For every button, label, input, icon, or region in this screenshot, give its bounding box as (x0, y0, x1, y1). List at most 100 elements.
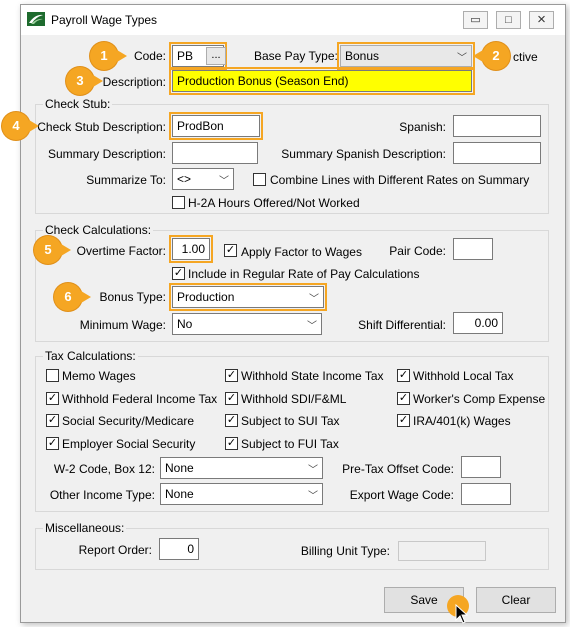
base-pay-type-select[interactable]: Bonus ﹀ (337, 42, 475, 70)
w2-code-select[interactable]: None ﹀ (160, 457, 323, 479)
tax-checkbox-label: Worker's Comp Expense (413, 392, 546, 406)
include-regular-rate-label: Include in Regular Rate of Pay Calculati… (188, 267, 420, 281)
chevron-down-icon: ﹀ (308, 465, 318, 476)
billing-unit-input (398, 541, 486, 561)
w2-code-label: W-2 Code, Box 12: (53, 462, 155, 476)
apply-factor-checkbox[interactable]: ✓ (224, 244, 237, 257)
export-wage-input[interactable] (461, 483, 511, 505)
window-title: Payroll Wage Types (51, 13, 158, 27)
spanish-input[interactable] (453, 115, 541, 137)
bonus-type-label: Bonus Type: (99, 290, 167, 304)
tax-checkbox-label: Withhold Federal Income Tax (62, 392, 218, 406)
tax-checkbox[interactable]: ✓ (225, 437, 238, 450)
report-order-value: 0 (187, 542, 194, 556)
check-calculations-title: Check Calculations: (43, 223, 154, 237)
check-stub-description-input[interactable]: ProdBon (169, 112, 263, 140)
shift-differential-input[interactable]: 0.00 (453, 312, 503, 334)
billing-unit-label: Billing Unit Type: (300, 544, 390, 558)
tax-checkbox[interactable]: ✓ (397, 414, 410, 427)
chevron-down-icon: ﹀ (219, 176, 229, 187)
mouse-pointer-icon (455, 604, 469, 624)
bonus-type-value: Production (177, 290, 235, 304)
spanish-label: Spanish: (399, 120, 446, 134)
summary-spanish-label: Summary Spanish Description: (281, 147, 446, 161)
pretax-offset-label: Pre-Tax Offset Code: (342, 462, 454, 476)
combine-lines-checkbox[interactable] (253, 173, 266, 186)
tax-checkbox-label: Withhold State Income Tax (241, 369, 384, 383)
description-value: Production Bonus (Season End) (177, 74, 349, 88)
minimize-icon: ▭ (470, 14, 481, 26)
app-logo-icon (27, 12, 45, 26)
chevron-down-icon: ﹀ (307, 321, 317, 332)
minimum-wage-value: No (177, 317, 193, 331)
chevron-down-icon: ﹀ (308, 491, 318, 502)
overtime-factor-input[interactable]: 1.00 (169, 235, 213, 263)
overtime-factor-label: Overtime Factor: (76, 244, 166, 258)
summary-spanish-input[interactable] (453, 142, 541, 164)
h2a-checkbox[interactable] (172, 196, 185, 209)
check-stub-description-value: ProdBon (177, 119, 224, 133)
other-income-value: None (165, 487, 194, 501)
tax-checkbox[interactable] (46, 369, 59, 382)
apply-factor-label: Apply Factor to Wages (241, 245, 362, 259)
clear-button[interactable]: Clear (476, 587, 556, 613)
miscellaneous-title: Miscellaneous: (43, 521, 127, 535)
combine-lines-label: Combine Lines with Different Rates on Su… (270, 173, 530, 187)
title-bar[interactable]: Payroll Wage Types ▭ □ × (21, 5, 565, 35)
tax-checkbox[interactable]: ✓ (225, 392, 238, 405)
tax-checkbox-label: Subject to SUI Tax (241, 414, 340, 428)
callout-badge-3: 3 (66, 67, 103, 95)
shift-differential-value: 0.00 (474, 316, 498, 330)
maximize-button[interactable]: □ (496, 11, 521, 29)
summarize-to-select[interactable]: <> ﹀ (172, 168, 234, 190)
tax-checkbox[interactable]: ✓ (225, 369, 238, 382)
pair-code-input[interactable] (453, 238, 493, 260)
chevron-down-icon: ﹀ (309, 294, 319, 305)
report-order-input[interactable]: 0 (159, 538, 199, 560)
tax-checkbox[interactable]: ✓ (397, 369, 410, 382)
minimize-button[interactable]: ▭ (463, 11, 488, 29)
callout-badge-1: 1 (90, 42, 127, 70)
tax-checkbox-label: Employer Social Security (62, 437, 196, 451)
tax-checkbox-label: Social Security/Medicare (62, 414, 195, 428)
chevron-down-icon: ﹀ (457, 53, 467, 64)
w2-code-value: None (165, 461, 194, 475)
tax-checkbox-label: IRA/401(k) Wages (413, 414, 511, 428)
bonus-type-select[interactable]: Production ﹀ (169, 283, 327, 311)
tax-checkbox[interactable]: ✓ (46, 437, 59, 450)
h2a-label: H-2A Hours Offered/Not Worked (188, 196, 360, 210)
summarize-to-label: Summarize To: (86, 173, 166, 187)
tax-checkbox[interactable]: ✓ (46, 414, 59, 427)
tax-checkbox-label: Withhold Local Tax (413, 369, 514, 383)
report-order-label: Report Order: (78, 543, 152, 557)
summary-description-input[interactable] (172, 142, 258, 164)
tax-calculations-title: Tax Calculations: (43, 349, 138, 363)
close-icon: × (537, 11, 546, 28)
tax-checkbox[interactable]: ✓ (397, 392, 410, 405)
include-regular-rate-checkbox[interactable]: ✓ (172, 267, 185, 280)
callout-badge-5: 5 (34, 236, 71, 264)
shift-differential-label: Shift Differential: (358, 318, 446, 332)
summary-description-label: Summary Description: (47, 147, 166, 161)
tax-checkbox-label: Subject to FUI Tax (241, 437, 339, 451)
callout-badge-4: 4 (2, 112, 39, 140)
tax-checkbox-label: Withhold SDI/F&ML (241, 392, 347, 406)
check-stub-title: Check Stub: (43, 97, 113, 111)
code-lookup-button[interactable]: ... (206, 47, 226, 65)
base-pay-type-label: Base Pay Type: (254, 49, 338, 63)
pretax-offset-input[interactable] (461, 456, 501, 478)
tax-checkbox-label: Memo Wages (62, 369, 136, 383)
close-button[interactable]: × (529, 11, 554, 29)
description-input[interactable]: Production Bonus (Season End) (169, 67, 475, 95)
pair-code-label: Pair Code: (389, 244, 446, 258)
minimum-wage-label: Minimum Wage: (79, 318, 166, 332)
check-stub-description-label: Check Stub Description: (37, 120, 166, 134)
inactive-label: ctive (513, 50, 538, 64)
callout-badge-6: 6 (54, 283, 91, 311)
minimum-wage-select[interactable]: No ﹀ (172, 313, 322, 335)
tax-checkbox[interactable]: ✓ (46, 392, 59, 405)
base-pay-type-value: Bonus (345, 49, 380, 63)
tax-checkbox[interactable]: ✓ (225, 414, 238, 427)
other-income-select[interactable]: None ﹀ (160, 483, 323, 505)
summarize-to-value: <> (177, 172, 192, 186)
